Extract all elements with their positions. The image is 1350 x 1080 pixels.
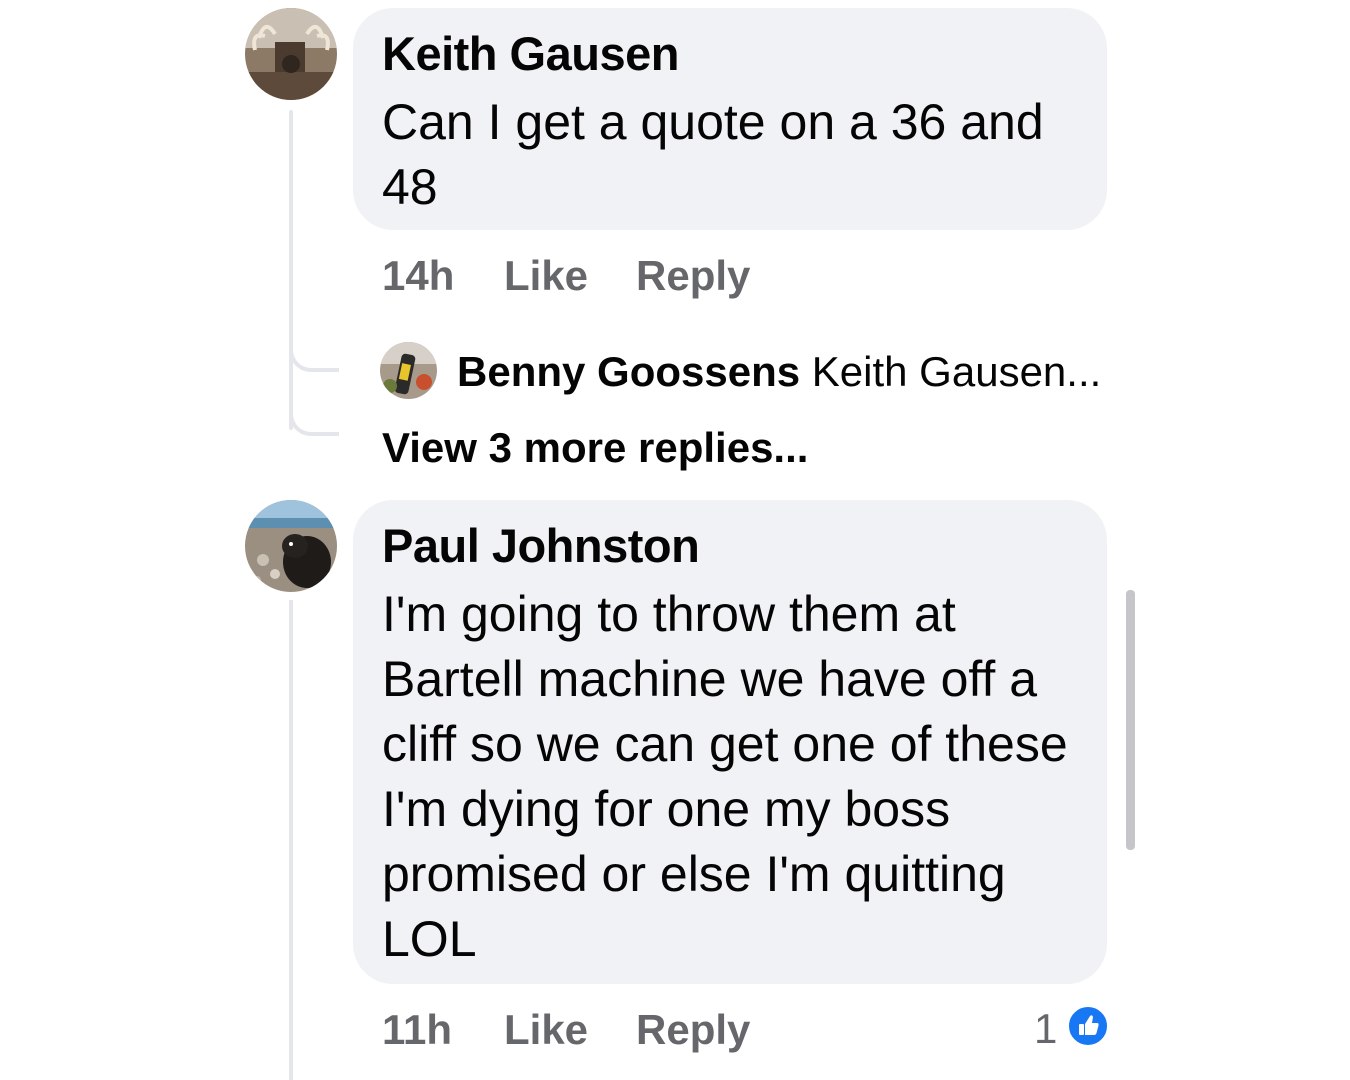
- view-more-replies-link[interactable]: View 3 more replies...: [382, 424, 808, 472]
- reply-preview[interactable]: Benny Goossens Keith Gausen...: [457, 348, 1101, 396]
- comment-text: I'm going to throw them at Bartell machi…: [382, 586, 1068, 967]
- profile-photo-dog-beach: [245, 500, 337, 592]
- scrollbar-thumb[interactable]: [1126, 590, 1135, 850]
- thread-line-paul: [289, 600, 293, 1080]
- avatar-benny-goossens[interactable]: [380, 342, 437, 399]
- reaction-count[interactable]: 1: [1034, 1005, 1057, 1053]
- reply-author[interactable]: Benny Goossens: [457, 348, 800, 395]
- avatar-paul-johnston[interactable]: [245, 500, 337, 592]
- reply-button[interactable]: Reply: [636, 1006, 750, 1054]
- avatar-keith-gausen[interactable]: [245, 8, 337, 100]
- reply-button[interactable]: Reply: [636, 252, 750, 300]
- like-button[interactable]: Like: [504, 252, 588, 300]
- like-button[interactable]: Like: [504, 1006, 588, 1054]
- thread-branch-1: [289, 330, 339, 372]
- comment-author[interactable]: Paul Johnston: [382, 518, 700, 573]
- comment-text: Can I get a quote on a 36 and 48: [382, 94, 1044, 215]
- thread-branch-2: [289, 394, 339, 436]
- like-thumb-icon[interactable]: [1067, 1005, 1109, 1047]
- comment-author[interactable]: Keith Gausen: [382, 26, 679, 81]
- comment-timestamp[interactable]: 14h: [382, 252, 454, 300]
- comment-bubble-paul: Paul Johnston I'm going to throw them at…: [353, 500, 1107, 984]
- thread-line-keith: [289, 110, 293, 430]
- reply-snippet: Keith Gausen...: [811, 348, 1102, 395]
- comment-bubble-keith: Keith Gausen Can I get a quote on a 36 a…: [353, 8, 1107, 230]
- profile-photo-antlers: [245, 8, 337, 100]
- comment-timestamp[interactable]: 11h: [382, 1006, 452, 1054]
- profile-photo-object: [380, 342, 437, 399]
